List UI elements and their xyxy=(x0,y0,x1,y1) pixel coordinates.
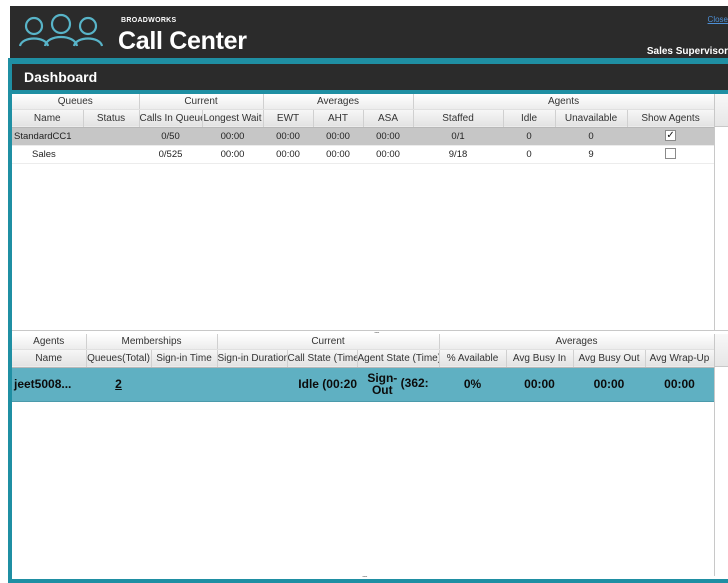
col-header-agent-state[interactable]: Agent State (Time) xyxy=(357,349,440,368)
show-agents-cell xyxy=(627,145,714,164)
queues-panel: Queues Current Averages Agents Name Stat… xyxy=(12,94,714,330)
agent-avg-busy-in: 00:00 xyxy=(506,367,573,402)
queue-longest-wait: 00:00 xyxy=(202,127,264,146)
dashboard-title-bar: Dashboard xyxy=(12,64,728,90)
app-title: Call Center xyxy=(118,27,247,55)
queue-row-standardcc1[interactable]: StandardCC1 0/50 00:00 00:00 00:00 00:00… xyxy=(12,127,714,146)
queue-idle: 0 xyxy=(503,127,556,146)
dashboard-title: Dashboard xyxy=(24,69,98,85)
col-header-ewt[interactable]: EWT xyxy=(263,109,314,128)
queue-ewt: 00:00 xyxy=(263,145,314,164)
agents-table: Agents Memberships Current Averages Name… xyxy=(12,334,714,402)
agent-state-time: (362: xyxy=(400,376,429,391)
agent-row[interactable]: jeet5008... 2 Idle (00:20 Sign- Out (362:… xyxy=(12,367,714,402)
group-header-current: Current xyxy=(217,334,440,350)
queue-unavailable: 9 xyxy=(555,145,628,164)
agent-call-state: Idle (00:20 xyxy=(287,367,357,402)
agent-avg-wrap-up: 00:00 xyxy=(645,367,714,402)
queue-asa: 00:00 xyxy=(363,145,414,164)
col-header-asa[interactable]: ASA xyxy=(363,109,414,128)
agent-state-line2: Out xyxy=(371,383,393,397)
agents-panel: Agents Memberships Current Averages Name… xyxy=(12,334,714,576)
app-header: BROADWORKS Call Center Close Sales Super… xyxy=(10,6,728,58)
queue-calls-in-queue: 0/525 xyxy=(139,145,202,164)
group-header-current: Current xyxy=(139,94,264,110)
bottom-splitter-grip-icon[interactable]: ..... xyxy=(362,572,368,579)
queues-scroll-rail[interactable] xyxy=(714,94,728,330)
agent-sign-in-duration xyxy=(217,367,287,402)
show-agents-checkbox[interactable] xyxy=(665,148,677,160)
queues-table: Queues Current Averages Agents Name Stat… xyxy=(12,94,714,164)
queue-calls-in-queue: 0/50 xyxy=(139,127,202,146)
queue-status xyxy=(83,145,139,164)
call-center-logo-icon xyxy=(18,13,104,47)
col-header-queues-total[interactable]: Queues(Total) xyxy=(86,349,152,368)
agent-state-cell: Sign- Out (362: xyxy=(357,367,439,402)
col-header-status[interactable]: Status xyxy=(83,109,140,128)
group-header-averages: Averages xyxy=(263,94,414,110)
queue-row-sales[interactable]: Sales 0/525 00:00 00:00 00:00 00:00 9/18… xyxy=(12,145,714,164)
queue-longest-wait: 00:00 xyxy=(202,145,264,164)
queue-aht: 00:00 xyxy=(313,145,364,164)
group-header-queues: Queues xyxy=(12,94,140,110)
col-header-agent-name[interactable]: Name xyxy=(12,349,87,368)
col-header-name[interactable]: Name xyxy=(12,109,84,128)
queue-status xyxy=(83,127,139,146)
group-header-averages: Averages xyxy=(439,334,714,350)
col-header-staffed[interactable]: Staffed xyxy=(413,109,504,128)
agent-pct-available: 0% xyxy=(439,367,506,402)
agent-avg-busy-out: 00:00 xyxy=(573,367,645,402)
agent-name: jeet5008... xyxy=(12,367,86,402)
queue-staffed: 0/1 xyxy=(413,127,504,146)
queue-staffed: 9/18 xyxy=(413,145,504,164)
rail-header-cell xyxy=(715,334,728,367)
rail-header-cell xyxy=(715,94,728,127)
show-agents-checkbox[interactable]: ✓ xyxy=(665,130,677,142)
group-header-memberships: Memberships xyxy=(86,334,218,350)
col-header-longest-wait[interactable]: Longest Wait xyxy=(202,109,264,128)
col-header-sign-in-duration[interactable]: Sign-in Duration xyxy=(217,349,288,368)
close-link[interactable]: Close xyxy=(708,15,728,24)
queues-total-link[interactable]: 2 xyxy=(115,377,122,391)
show-agents-cell: ✓ xyxy=(627,127,714,146)
queue-name: StandardCC1 xyxy=(12,127,83,146)
col-header-avg-busy-in[interactable]: Avg Busy In xyxy=(506,349,574,368)
user-title: Sales Supervisor xyxy=(646,46,728,57)
queue-aht: 00:00 xyxy=(313,127,364,146)
agent-state: Sign- Out xyxy=(367,372,397,396)
col-header-call-state[interactable]: Call State (Time) xyxy=(287,349,358,368)
queue-asa: 00:00 xyxy=(363,127,414,146)
queue-name: Sales xyxy=(12,145,83,164)
col-header-aht[interactable]: AHT xyxy=(313,109,364,128)
col-header-sign-in-time[interactable]: Sign-in Time xyxy=(151,349,218,368)
group-header-agents: Agents xyxy=(413,94,714,110)
col-header-show-agents[interactable]: Show Agents xyxy=(627,109,714,128)
col-header-pct-available[interactable]: % Available xyxy=(439,349,507,368)
group-header-agents: Agents xyxy=(12,334,87,350)
col-header-avg-wrap-up[interactable]: Avg Wrap-Up xyxy=(645,349,714,368)
col-header-idle[interactable]: Idle xyxy=(503,109,556,128)
queue-unavailable: 0 xyxy=(555,127,628,146)
col-header-unavailable[interactable]: Unavailable xyxy=(555,109,628,128)
col-header-avg-busy-out[interactable]: Avg Busy Out xyxy=(573,349,646,368)
agent-sign-in-time xyxy=(151,367,217,402)
queue-idle: 0 xyxy=(503,145,556,164)
agent-queues-total-cell: 2 xyxy=(86,367,151,402)
queue-ewt: 00:00 xyxy=(263,127,314,146)
brand-subtitle: BROADWORKS xyxy=(121,17,177,24)
col-header-calls-in-queue[interactable]: Calls In Queue xyxy=(139,109,203,128)
agents-scroll-rail[interactable] xyxy=(714,334,728,576)
